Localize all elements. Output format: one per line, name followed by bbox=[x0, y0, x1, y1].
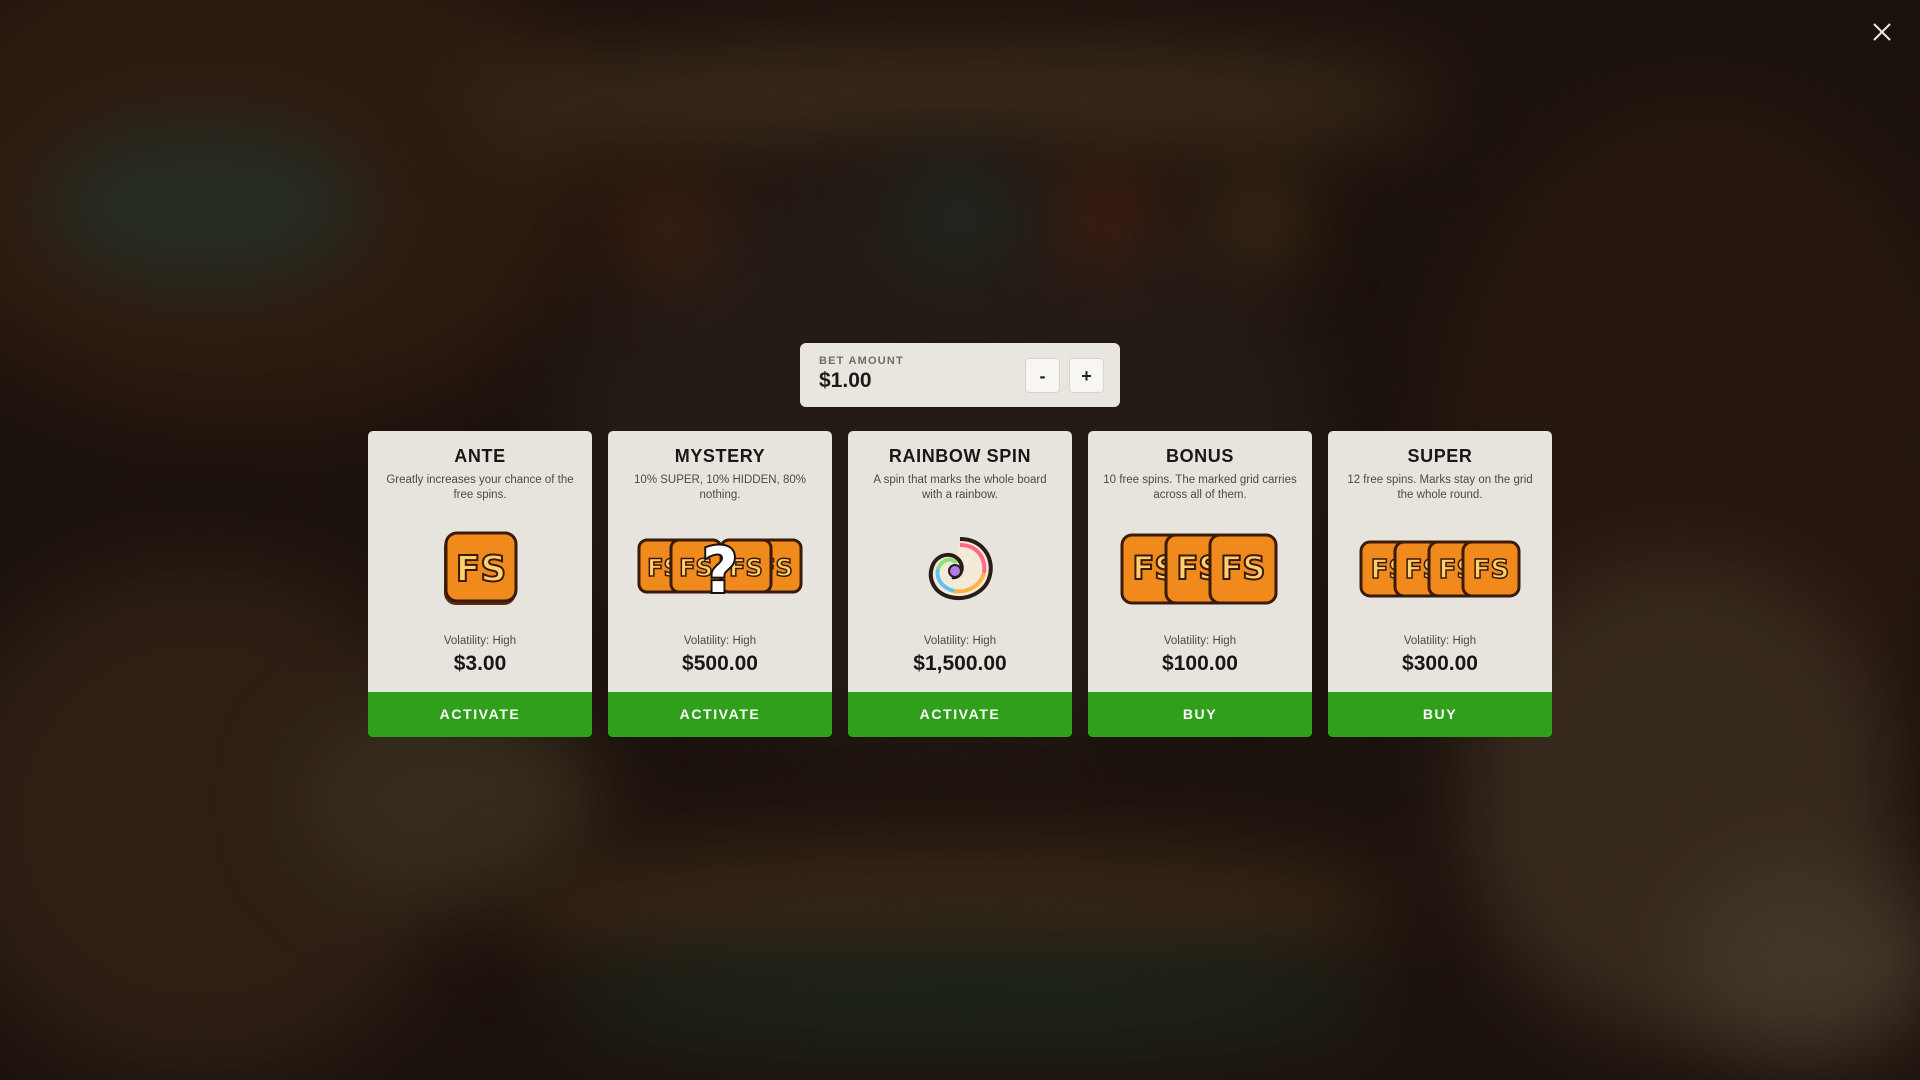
card-title: ANTE bbox=[454, 446, 506, 466]
card-volatility: Volatility: High bbox=[1403, 635, 1477, 647]
fs-quad-icon: FS FS FS FS bbox=[1328, 526, 1552, 611]
card-volatility: Volatility: High bbox=[923, 635, 997, 647]
buy-button[interactable]: BUY bbox=[1328, 692, 1552, 737]
activate-button[interactable]: ACTIVATE bbox=[368, 692, 592, 737]
bet-amount-panel: BET AMOUNT $1.00 - + bbox=[800, 343, 1120, 407]
rainbow-shell-icon bbox=[848, 526, 1072, 611]
feature-card-mystery: MYSTERY 10% SUPER, 10% HIDDEN, 80% nothi… bbox=[608, 431, 832, 737]
card-title: SUPER bbox=[1407, 446, 1473, 466]
svg-text:FS: FS bbox=[1221, 549, 1266, 587]
feature-card-bonus: BONUS 10 free spins. The marked grid car… bbox=[1088, 431, 1312, 737]
activate-button[interactable]: ACTIVATE bbox=[848, 692, 1072, 737]
card-description: 10% SUPER, 10% HIDDEN, 80% nothing. bbox=[634, 474, 806, 501]
card-volatility: Volatility: High bbox=[1163, 635, 1237, 647]
card-description: 10 free spins. The marked grid carries a… bbox=[1103, 474, 1297, 501]
bet-amount-label: BET AMOUNT bbox=[819, 355, 904, 367]
fs-triple-icon: FS FS FS bbox=[1088, 526, 1312, 611]
card-price: $3.00 bbox=[453, 652, 507, 675]
card-price: $1,500.00 bbox=[913, 652, 1007, 675]
fs-tile-icon: FS bbox=[368, 526, 592, 611]
card-volatility: Volatility: High bbox=[443, 635, 517, 647]
feature-card-rainbow-spin: RAINBOW SPIN A spin that marks the whole… bbox=[848, 431, 1072, 737]
bet-decrease-button[interactable]: - bbox=[1025, 358, 1060, 393]
card-price: $500.00 bbox=[682, 652, 758, 675]
svg-text:?: ? bbox=[702, 534, 738, 604]
svg-text:FS: FS bbox=[1473, 555, 1510, 585]
activate-button[interactable]: ACTIVATE bbox=[608, 692, 832, 737]
close-button[interactable] bbox=[1868, 20, 1896, 48]
feature-card-ante: ANTE Greatly increases your chance of th… bbox=[368, 431, 592, 737]
card-price: $300.00 bbox=[1402, 652, 1478, 675]
card-price: $100.00 bbox=[1162, 652, 1238, 675]
svg-text:FS: FS bbox=[456, 549, 507, 590]
close-icon bbox=[1872, 22, 1892, 47]
card-title: BONUS bbox=[1165, 446, 1234, 466]
feature-card-super: SUPER 12 free spins. Marks stay on the g… bbox=[1328, 431, 1552, 737]
bet-increase-button[interactable]: + bbox=[1069, 358, 1104, 393]
card-description: 12 free spins. Marks stay on the grid th… bbox=[1347, 474, 1533, 501]
bet-amount-value: $1.00 bbox=[819, 369, 872, 392]
buy-button[interactable]: BUY bbox=[1088, 692, 1312, 737]
card-title: MYSTERY bbox=[674, 446, 766, 466]
card-description: Greatly increases your chance of the fre… bbox=[386, 474, 574, 501]
feature-cards: ANTE Greatly increases your chance of th… bbox=[368, 431, 1552, 737]
fs-mystery-icon: FS FS FS FS ? bbox=[608, 526, 832, 611]
card-title: RAINBOW SPIN bbox=[888, 446, 1032, 466]
card-description: A spin that marks the whole board with a… bbox=[873, 474, 1047, 501]
card-volatility: Volatility: High bbox=[683, 635, 757, 647]
